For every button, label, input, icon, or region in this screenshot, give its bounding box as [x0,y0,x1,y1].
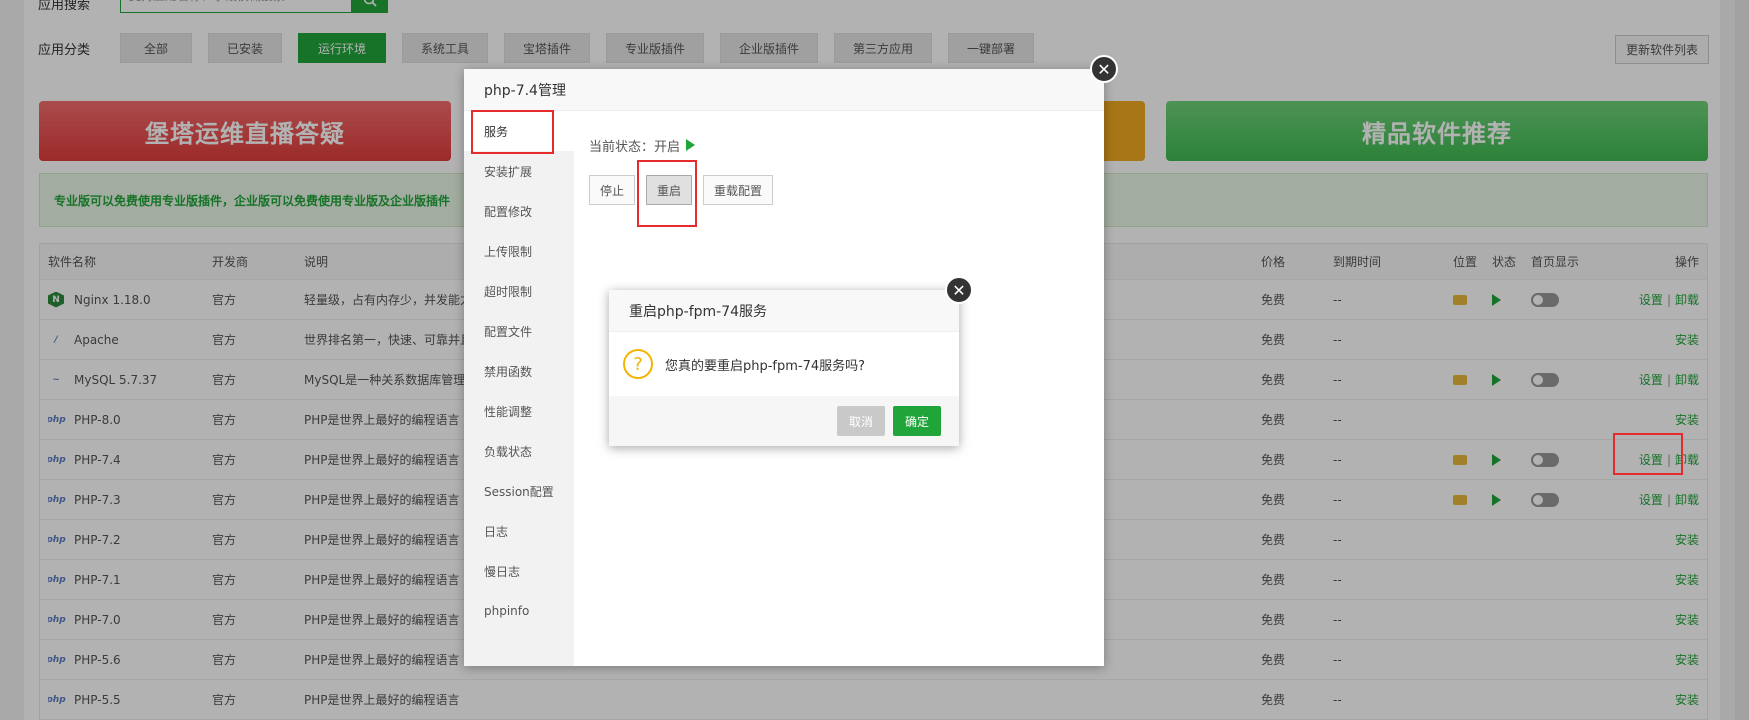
php-menu-item[interactable]: 慢日志 [464,551,574,591]
confirm-close-icon[interactable]: ✕ [945,276,973,304]
php-menu-item[interactable]: 负载状态 [464,431,574,471]
question-icon: ? [623,349,653,379]
restart-confirm-dialog: 重启php-fpm-74服务 ✕ ? 您真的要重启php-fpm-74服务吗? … [609,276,973,446]
php-menu-item[interactable]: 服务 [464,111,574,151]
play-icon [686,139,696,151]
php-menu-item[interactable]: 配置修改 [464,191,574,231]
php-menu-item[interactable]: Session配置 [464,471,574,511]
php-menu-item[interactable]: 安装扩展 [464,151,574,191]
confirm-message: 您真的要重启php-fpm-74服务吗? [665,358,866,374]
cancel-button[interactable]: 取消 [836,406,885,436]
php-dialog-menu: 服务 安装扩展 配置修改 上传限制 超时限制 配置文件 禁用函数 性能调整 负载状态 Sessio… [464,111,574,666]
php-menu-item[interactable]: 禁用函数 [464,351,574,391]
service-status: 当前状态：开启 [589,135,1089,155]
php-dialog-close-icon[interactable]: ✕ [1090,55,1118,83]
php-menu-item[interactable]: 日志 [464,511,574,551]
php-menu-item[interactable]: 配置文件 [464,311,574,351]
confirm-footer: 取消 确定 [609,396,959,446]
php-menu-item[interactable]: phpinfo [464,591,574,631]
php-menu-item[interactable]: 超时限制 [464,271,574,311]
stop-button[interactable]: 停止 [589,175,636,205]
confirm-button[interactable]: 确定 [892,406,941,436]
reload-config-button[interactable]: 重载配置 [703,175,774,205]
confirm-body: ? 您真的要重启php-fpm-74服务吗? [609,332,959,396]
restart-button[interactable]: 重启 [646,175,693,205]
php-menu-item[interactable]: 性能调整 [464,391,574,431]
confirm-title: 重启php-fpm-74服务 [609,290,959,332]
php-menu-item[interactable]: 上传限制 [464,231,574,271]
status-label: 当前状态：开启 [589,139,681,155]
service-buttons: 停止 重启 重载配置 [589,175,1089,205]
php-dialog-title: php-7.4管理 [464,69,1104,111]
